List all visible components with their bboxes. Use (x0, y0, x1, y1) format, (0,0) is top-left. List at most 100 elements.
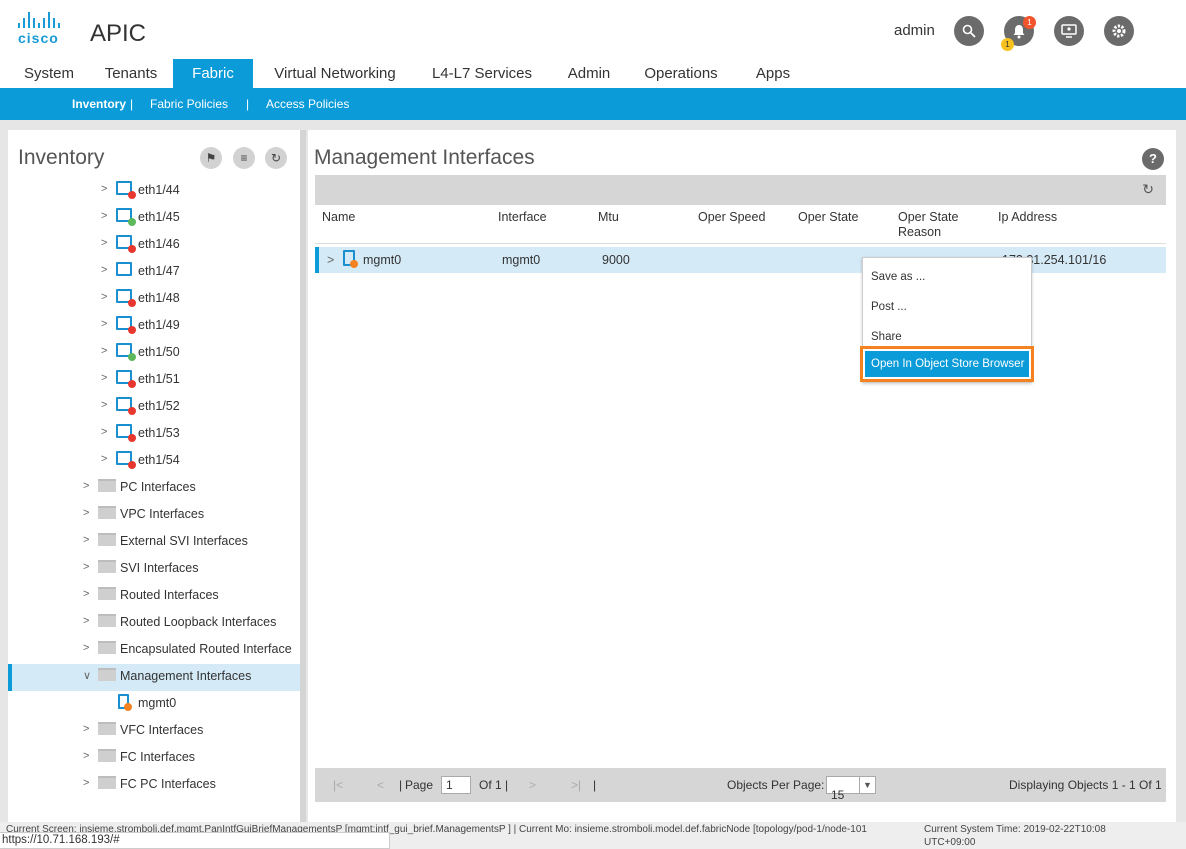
tab-tenants[interactable]: Tenants (95, 59, 167, 88)
tree-item-port[interactable]: > eth1/48 (8, 286, 300, 313)
pane-title: Management Interfaces (314, 146, 535, 169)
folder-icon (98, 506, 116, 519)
expand-chevron-icon[interactable]: > (83, 615, 89, 627)
prev-page-icon[interactable]: < (377, 778, 384, 792)
tab-operations[interactable]: Operations (634, 59, 728, 88)
expand-chevron-icon[interactable]: > (83, 723, 89, 735)
pane-splitter[interactable] (300, 130, 306, 822)
faults-badge: 1 (1001, 38, 1014, 51)
search-icon (962, 24, 976, 38)
tree-item-mgmt0[interactable]: mgmt0 (8, 691, 300, 718)
tree-item-port[interactable]: > eth1/46 (8, 232, 300, 259)
tree-item-folder[interactable]: > Routed Loopback Interfaces (8, 610, 300, 637)
tree-item-folder[interactable]: > VFC Interfaces (8, 718, 300, 745)
column-header-mtu[interactable]: Mtu (598, 210, 619, 225)
tree-item-port[interactable]: > eth1/50 (8, 340, 300, 367)
help-icon[interactable]: ? (1142, 148, 1164, 170)
expand-chevron-icon[interactable]: > (101, 318, 107, 330)
expand-chevron-icon[interactable]: > (83, 480, 89, 492)
expand-chevron-icon[interactable]: > (101, 183, 107, 195)
expand-chevron-icon[interactable]: > (101, 372, 107, 384)
subnav-access-policies[interactable]: Access Policies (266, 97, 349, 111)
column-header-oper-state-reason[interactable]: Oper State Reason (898, 210, 968, 240)
expand-chevron-icon[interactable]: > (101, 426, 107, 438)
column-header-name[interactable]: Name (322, 210, 355, 225)
tab-system[interactable]: System (14, 59, 84, 88)
status-dot (350, 260, 358, 268)
tree-item-folder[interactable]: > Routed Interfaces (8, 583, 300, 610)
menu-item-share[interactable]: Share (871, 331, 902, 343)
menu-item-save-as[interactable]: Save as ... (871, 271, 925, 283)
expand-chevron-icon[interactable]: > (83, 588, 89, 600)
tree-item-port[interactable]: > eth1/44 (8, 178, 300, 205)
subnav-fabric-policies[interactable]: Fabric Policies (150, 97, 228, 111)
app-title: APIC (90, 20, 147, 47)
settings-button[interactable] (1104, 16, 1134, 46)
tab-virtual-networking[interactable]: Virtual Networking (262, 59, 408, 88)
tree-item-label: Management Interfaces (120, 669, 252, 683)
column-header-ip-address[interactable]: Ip Address (998, 210, 1057, 225)
tree-item-folder[interactable]: > SVI Interfaces (8, 556, 300, 583)
column-header-interface[interactable]: Interface (498, 210, 547, 225)
menu-item-post[interactable]: Post ... (871, 301, 907, 313)
subnav-inventory[interactable]: Inventory (72, 97, 126, 111)
expand-chevron-icon[interactable]: > (83, 750, 89, 762)
search-button[interactable] (954, 16, 984, 46)
last-page-icon[interactable]: >| (571, 778, 581, 792)
refresh-icon[interactable]: ↻ (265, 147, 287, 169)
expand-chevron-icon[interactable]: > (101, 237, 107, 249)
expand-chevron-icon[interactable]: > (83, 777, 89, 789)
tree-item-port[interactable]: > eth1/49 (8, 313, 300, 340)
tree-item-port[interactable]: > eth1/53 (8, 421, 300, 448)
user-menu[interactable]: admin (894, 22, 935, 39)
expand-chevron-icon[interactable]: > (101, 210, 107, 222)
column-header-oper-speed[interactable]: Oper Speed (698, 210, 765, 225)
expand-chevron-icon[interactable]: > (101, 453, 107, 465)
expand-chevron-icon[interactable]: > (83, 642, 89, 654)
tree-item-folder[interactable]: > External SVI Interfaces (8, 529, 300, 556)
tree-item-folder[interactable]: > FC Interfaces (8, 745, 300, 772)
pager-separator: | (505, 778, 509, 792)
table-refresh-icon[interactable]: ↻ (1142, 181, 1154, 198)
objects-per-page-select[interactable]: 15 ▼ (826, 776, 876, 802)
collapse-all-icon[interactable]: ≡ (233, 147, 255, 169)
tab-apps[interactable]: Apps (744, 59, 802, 88)
tab-l4-l7-services[interactable]: L4-L7 Services (420, 59, 544, 88)
folder-icon (98, 668, 116, 681)
expand-chevron-icon[interactable]: > (101, 345, 107, 357)
expand-chevron-icon[interactable]: > (327, 253, 334, 267)
tree-item-folder[interactable]: > VPC Interfaces (8, 502, 300, 529)
tree-item-label: Routed Interfaces (120, 588, 219, 602)
tab-fabric[interactable]: Fabric (173, 59, 253, 88)
tree-item-port[interactable]: > eth1/51 (8, 367, 300, 394)
tree-item-management-interfaces[interactable]: ∨ Management Interfaces (8, 664, 300, 691)
row-name: mgmt0 (363, 253, 402, 267)
expand-chevron-icon[interactable]: > (83, 534, 89, 546)
tree-item-port[interactable]: > eth1/52 (8, 394, 300, 421)
system-tools-button[interactable] (1054, 16, 1084, 46)
tree-item-port[interactable]: > eth1/47 (8, 259, 300, 286)
first-page-icon[interactable]: |< (333, 778, 343, 792)
subnav-separator: | (246, 97, 250, 111)
tree-item-port[interactable]: > eth1/45 (8, 205, 300, 232)
expand-chevron-icon[interactable]: > (101, 264, 107, 276)
chevron-down-icon[interactable]: ∨ (83, 669, 91, 682)
tree-item-label: eth1/54 (138, 453, 180, 467)
page-input[interactable]: 1 (441, 776, 471, 794)
expand-chevron-icon[interactable]: > (83, 507, 89, 519)
tree-item-folder[interactable]: > Encapsulated Routed Interface (8, 637, 300, 664)
column-header-oper-state[interactable]: Oper State (798, 210, 858, 225)
expand-chevron-icon[interactable]: > (101, 291, 107, 303)
page-label: Page (405, 778, 434, 792)
expand-chevron-icon[interactable]: > (101, 399, 107, 411)
tree-item-port[interactable]: > eth1/54 (8, 448, 300, 475)
next-page-icon[interactable]: > (529, 778, 536, 792)
tree-item-label: eth1/46 (138, 237, 180, 251)
tab-admin[interactable]: Admin (558, 59, 620, 88)
tree-item-folder[interactable]: > FC PC Interfaces (8, 772, 300, 799)
expand-chevron-icon[interactable]: > (83, 561, 89, 573)
table-row[interactable]: > mgmt0 mgmt0 9000 172.31.254.101/16 (315, 247, 1166, 273)
tree-options-icon[interactable]: ⚑ (200, 147, 222, 169)
menu-item-open-in-object-store-browser[interactable]: Open In Object Store Browser (865, 351, 1029, 377)
tree-item-folder[interactable]: > PC Interfaces (8, 475, 300, 502)
